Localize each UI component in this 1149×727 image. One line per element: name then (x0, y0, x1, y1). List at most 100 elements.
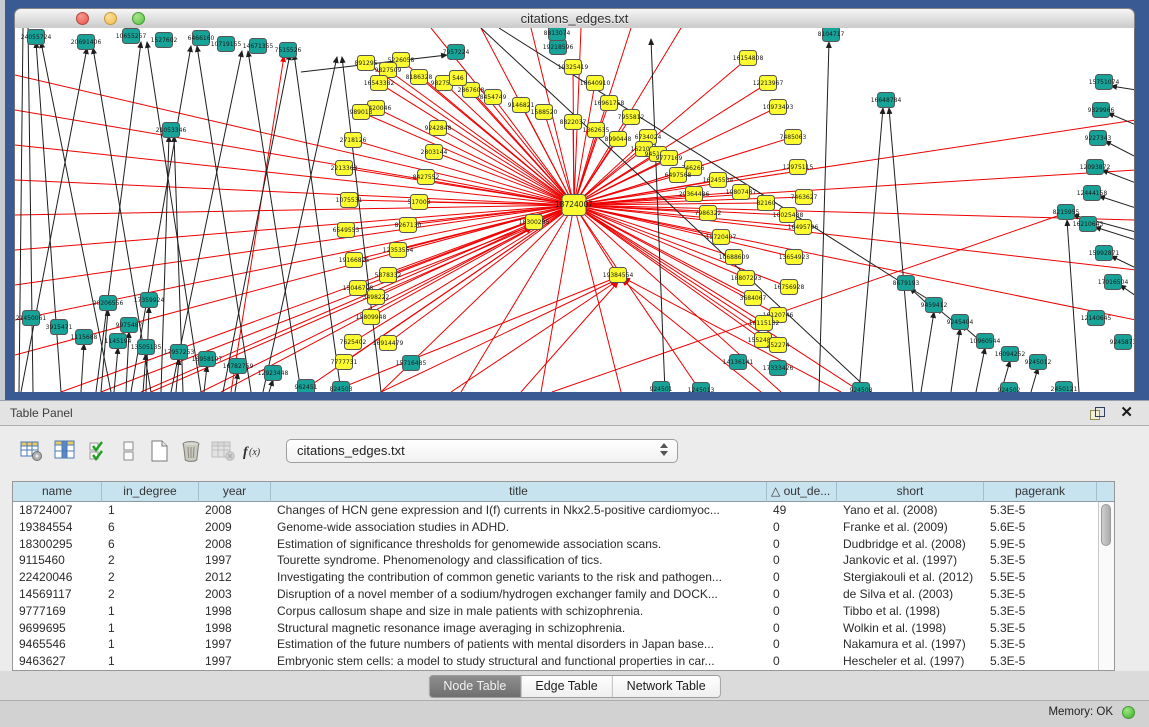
table-header-row: namein_degreeyeartitle△ out_de...shortpa… (13, 482, 1114, 502)
network-node-label: 16958107 (192, 356, 223, 363)
network-node-label: 9227343 (1085, 135, 1112, 142)
network-node-label: 5878332 (375, 272, 402, 279)
network-node-label: 1075531 (336, 197, 363, 204)
network-node-label: 9975487 (116, 322, 143, 329)
table-cell: 19384554 (13, 519, 102, 536)
table-row[interactable]: 977716911998Corpus callosum shape and si… (13, 603, 1099, 620)
network-node-label: 9245873 (1110, 339, 1134, 346)
network-node-label: 2450121 (1051, 386, 1078, 392)
network-node-label: 16648784 (871, 97, 902, 104)
network-edge (81, 344, 84, 392)
network-node-label: 10960544 (970, 338, 1001, 345)
network-node-label: 2718126 (340, 137, 367, 144)
network-node-label: 12093872 (1080, 164, 1111, 171)
svg-text:(x): (x) (249, 447, 261, 458)
select-rows-checks-icon[interactable] (84, 436, 114, 466)
close-panel-icon[interactable]: ✕ (1120, 403, 1133, 421)
tab-node-table[interactable]: Node Table (429, 676, 521, 697)
table-row[interactable]: 946554611997Estimation of the future num… (13, 636, 1099, 653)
tab-edge-table[interactable]: Edge Table (521, 676, 612, 697)
table-row[interactable]: 946362711997Embryonic stem cells: a mode… (13, 653, 1099, 670)
table-cell: 2009 (199, 519, 271, 536)
network-graph[interactable]: 2405572420691406106552571527602646616010… (15, 28, 1134, 392)
table-row[interactable]: 2242004622012Investigating the contribut… (13, 569, 1099, 586)
network-node-label: 252274 (767, 342, 790, 349)
table-cell: 5.3E-5 (984, 653, 1097, 670)
column-header-out_de[interactable]: △ out_de... (767, 482, 837, 502)
network-node-label: 9777169 (656, 155, 683, 162)
table-cell: Hescheler et al. (1997) (837, 653, 984, 670)
function-builder-icon[interactable]: f(x) (240, 436, 270, 466)
network-node-label: 7515526 (275, 47, 302, 54)
table-toolbar: f(x) citations_edges.txt (0, 426, 1149, 478)
table-cell: 0 (767, 603, 837, 620)
network-node-label: 19218596 (543, 44, 574, 51)
table-cell: 9465546 (13, 636, 102, 653)
network-node-label: 17016504 (1098, 279, 1129, 286)
network-edge (15, 145, 574, 205)
network-node-label: 14136141 (723, 359, 754, 366)
column-header-pagerank[interactable]: pagerank (984, 482, 1097, 502)
network-edge (1095, 227, 1134, 240)
table-row[interactable]: 911546021997Tourette syndrome. Phenomeno… (13, 552, 1099, 569)
table-cell: 6 (102, 536, 199, 553)
column-header-name[interactable]: name (13, 482, 102, 502)
column-header-in_degree[interactable]: in_degree (102, 482, 199, 502)
table-row[interactable]: 969969511998Structural magnetic resonanc… (13, 620, 1099, 637)
destroy-table-disabled-icon (208, 436, 238, 466)
network-node-label: 15720407 (706, 234, 737, 241)
combo-arrows-icon (660, 443, 670, 459)
network-node-label: 8822037 (560, 119, 587, 126)
column-header-short[interactable]: short (837, 482, 984, 502)
table-cell: 0 (767, 636, 837, 653)
table-settings-icon[interactable] (16, 436, 46, 466)
network-node-label: 6549553 (333, 227, 360, 234)
float-panel-icon[interactable] (1090, 407, 1105, 420)
network-node-label: 8679193 (893, 280, 920, 287)
network-window-title: citations_edges.txt (15, 9, 1134, 29)
table-cell: 9777169 (13, 603, 102, 620)
show-columns-icon[interactable] (50, 436, 80, 466)
table-cell: 14569117 (13, 586, 102, 603)
column-header-title[interactable]: title (271, 482, 767, 502)
network-node-label: 1115688 (71, 334, 98, 341)
table-cell: Corpus callosum shape and size in male p… (271, 603, 767, 620)
table-scrollbar[interactable] (1098, 502, 1114, 670)
network-node-label: 1527602 (151, 37, 178, 44)
network-node-label: 18724007 (555, 200, 593, 209)
new-table-icon[interactable] (144, 436, 174, 466)
table-row[interactable]: 1938455462009Genome-wide association stu… (13, 519, 1099, 536)
table-cell: 5.3E-5 (984, 586, 1097, 603)
tab-network-table[interactable]: Network Table (613, 676, 720, 697)
table-cell: 1997 (199, 653, 271, 670)
table-cell: Franke et al. (2009) (837, 519, 984, 536)
table-scrollbar-thumb[interactable] (1101, 504, 1111, 546)
network-edge (574, 170, 1134, 205)
table-cell: 2 (102, 552, 199, 569)
table-row[interactable]: 1830029562008Estimation of significance … (13, 536, 1099, 553)
table-cell: 9463627 (13, 653, 102, 670)
network-canvas[interactable]: 2405572420691406106552571527602646616010… (14, 28, 1135, 392)
table-cell: 5.3E-5 (984, 552, 1097, 569)
table-row[interactable]: 1456911722003Disruption of a novel membe… (13, 586, 1099, 603)
delete-rows-trash-icon[interactable] (176, 436, 206, 466)
table-cell: 2 (102, 569, 199, 586)
network-node-label: 17359924 (134, 297, 165, 304)
network-window-titlebar[interactable]: citations_edges.txt (14, 8, 1135, 30)
table-cell: Jankovic et al. (1997) (837, 552, 984, 569)
network-node-label: 20691406 (71, 39, 102, 46)
column-header-year[interactable]: year (199, 482, 271, 502)
network-edge (573, 67, 574, 205)
table-row[interactable]: 1872400712008Changes of HCN gene express… (13, 502, 1099, 519)
network-node-label: 9242848 (425, 125, 452, 132)
rows-icon[interactable] (114, 436, 144, 466)
table-cell: Disruption of a novel member of a sodium… (271, 586, 767, 603)
table-cell: 2008 (199, 502, 271, 519)
table-cell: 0 (767, 519, 837, 536)
table-cell: Genome-wide association studies in ADHD. (271, 519, 767, 536)
table-selector-dropdown[interactable]: citations_edges.txt (286, 439, 678, 463)
table-cell: 1 (102, 636, 199, 653)
table-cell: 0 (767, 569, 837, 586)
network-node-label: 1362635 (583, 127, 610, 134)
table-type-segmented-control: Node TableEdge TableNetwork Table (428, 675, 720, 698)
